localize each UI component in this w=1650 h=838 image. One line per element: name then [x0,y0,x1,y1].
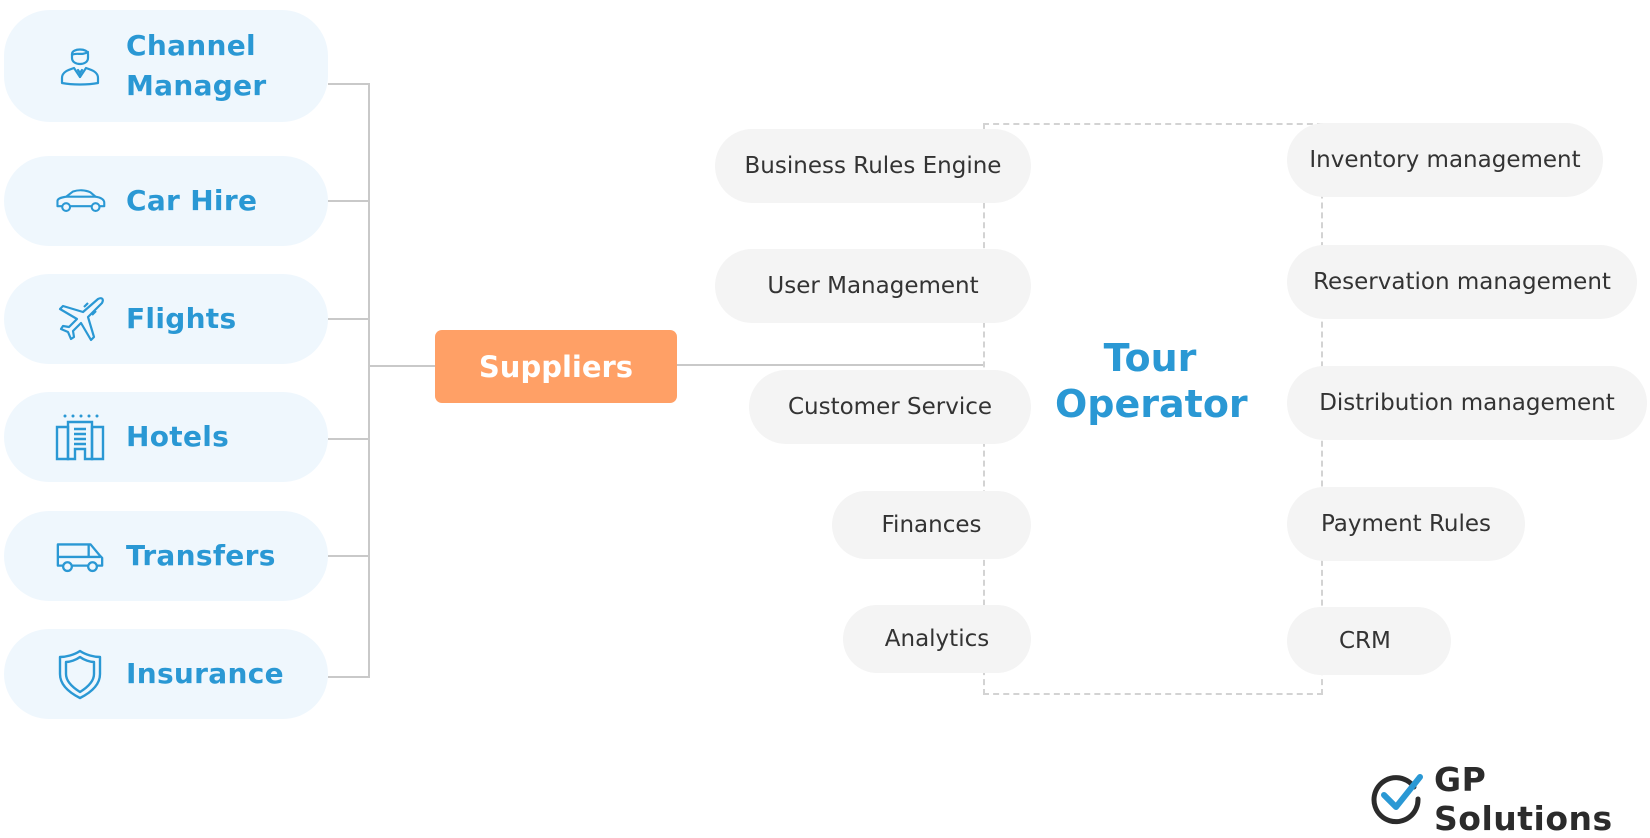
hotel-icon [54,411,106,463]
tour-operator-title-line2: Operator [1055,382,1248,426]
module-analytics: Analytics [843,605,1031,673]
connector-transfers [328,555,370,557]
supplier-label-line1: Channel [126,29,256,62]
module-label: Distribution management [1319,390,1615,416]
supplier-transfers: Transfers [4,511,328,601]
connector-insurance [328,676,370,678]
module-label: Inventory management [1309,147,1581,173]
suppliers-hub-label: Suppliers [478,349,634,384]
supplier-label-line2: Manager [126,69,267,102]
connector-car-hire [328,200,370,202]
module-reservation-management: Reservation management [1287,245,1637,319]
supplier-hotels: Hotels [4,392,328,482]
supplier-flights: Flights [4,274,328,364]
supplier-label: Insurance [126,657,284,690]
module-payment-rules: Payment Rules [1287,487,1525,561]
supplier-insurance: Insurance [4,629,328,719]
suppliers-hub: Suppliers [435,330,677,403]
module-label: User Management [767,273,979,299]
supplier-label: Hotels [126,420,230,453]
connector-flights [328,318,370,320]
module-label: Reservation management [1313,269,1611,295]
gp-solutions-logo: GP Solutions [1370,760,1650,838]
module-label: CRM [1339,628,1391,654]
module-label: Customer Service [787,394,993,420]
checkmark-circle-icon [1370,769,1426,829]
connector-channel-manager [328,83,370,85]
tour-operator-title-line1: Tour [1103,336,1197,380]
module-user-management: User Management [715,249,1031,323]
module-distribution-management: Distribution management [1287,366,1647,440]
connector-to-hub [368,365,435,367]
module-business-rules-engine: Business Rules Engine [715,129,1031,203]
module-label: Payment Rules [1320,511,1492,537]
module-finances: Finances [832,491,1031,559]
manager-icon [54,40,106,92]
connector-hub-to-operator [677,364,984,366]
module-inventory-management: Inventory management [1287,123,1603,197]
connector-hotels [328,438,370,440]
module-label: Analytics [884,626,990,652]
module-customer-service: Customer Service [749,370,1031,444]
module-label: Business Rules Engine [744,153,1002,179]
supplier-label: Transfers [126,539,276,572]
airplane-icon [54,293,106,345]
shield-icon [54,648,106,700]
module-label: Finances [881,512,982,538]
supplier-channel-manager: Channel Manager [4,10,328,122]
car-icon [54,175,106,227]
tour-operator-title: Tour Operator [1055,335,1248,427]
module-crm: CRM [1287,607,1451,675]
supplier-car-hire: Car Hire [4,156,328,246]
supplier-label: Channel Manager [126,26,267,106]
supplier-label: Car Hire [126,184,258,217]
logo-text: GP Solutions [1434,760,1613,838]
connector-trunk [368,83,370,678]
supplier-label: Flights [126,302,237,335]
van-icon [54,530,106,582]
